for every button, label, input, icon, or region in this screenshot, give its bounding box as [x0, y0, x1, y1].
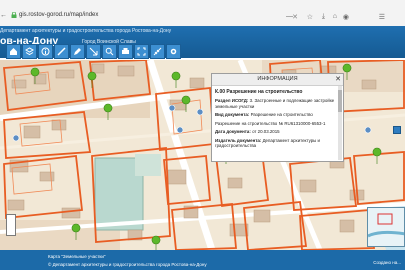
popup-scrollbar[interactable] [338, 86, 342, 160]
expand-icon[interactable] [134, 44, 149, 59]
popup-row-section: Раздел ИСОГД: 3. Застроенные и подлежащи… [215, 98, 335, 109]
poi-icon[interactable] [196, 108, 204, 116]
search-icon[interactable] [102, 44, 117, 59]
address-bar[interactable]: ← gis.rostov-gorod.ru/map/index [0, 10, 300, 20]
ruler-icon[interactable] [54, 44, 69, 59]
site-footer: Карта "Земельные участки" © Департамент … [0, 250, 405, 270]
poi-icon[interactable] [176, 126, 184, 134]
close-icon[interactable]: ✕ [292, 13, 298, 21]
pocket-icon[interactable]: ◉ [343, 13, 349, 21]
popup-row-doc-type: Вид документа: Разрешение на строительст… [215, 112, 313, 118]
home-browser-icon[interactable]: ⌂ [333, 13, 337, 20]
url-text: gis.rostov-gorod.ru/map/index [19, 12, 99, 18]
marker-layer [12, 63, 382, 250]
copyright-text: © Департамент архитектуры и градостроите… [48, 262, 207, 267]
map-canvas[interactable] [0, 60, 405, 250]
map-toolbar [6, 44, 181, 60]
info-icon[interactable] [38, 44, 53, 59]
close-icon[interactable]: ✕ [335, 74, 341, 85]
marker-pin[interactable] [342, 63, 352, 81]
marker-pin[interactable] [30, 67, 40, 85]
marker-pin[interactable] [103, 103, 113, 121]
popup-heading: К.00 Разрешение на строительство [215, 89, 303, 95]
popup-row-issuer: Издатель документа: Департамент архитект… [215, 137, 320, 149]
browser-toolbar: ← gis.rostov-gorod.ru/map/index — ✕ ☆ ⤓ … [0, 0, 405, 27]
edit-icon[interactable] [70, 44, 85, 59]
lock-icon [11, 12, 17, 18]
department-title: Департамент архитектуры и градостроитель… [0, 28, 172, 34]
settings-icon[interactable] [166, 44, 181, 59]
marker-pin[interactable] [372, 147, 382, 165]
popup-row-permit: Разрешение на строительство № RU61310000… [215, 120, 326, 126]
star-icon[interactable]: ☆ [307, 13, 313, 21]
overview-map[interactable] [367, 207, 405, 247]
marker-pin[interactable] [171, 71, 181, 89]
marker-pin[interactable] [87, 71, 97, 89]
layers-icon[interactable] [22, 44, 37, 59]
marker-pin[interactable] [71, 223, 81, 241]
popup-title: ИНФОРМАЦИЯ [212, 74, 343, 86]
poi-icon[interactable] [168, 104, 176, 112]
layer-switch-button[interactable] [393, 126, 401, 134]
popup-row-date: Дата документа: от 20.03.2015 [215, 129, 280, 135]
arrow-icon[interactable] [86, 44, 101, 59]
scrollbar-thumb[interactable] [338, 90, 342, 112]
home-icon[interactable] [6, 44, 21, 59]
back-icon[interactable]: ← [0, 12, 7, 19]
menu-icon[interactable]: ☰ [379, 13, 385, 21]
map-name: Карта "Земельные участки" [48, 254, 106, 259]
marker-pin[interactable] [151, 235, 161, 250]
zoom-control[interactable] [6, 214, 16, 236]
info-popup: ИНФОРМАЦИЯ ✕ К.00 Разрешение на строител… [211, 73, 344, 162]
footer-link[interactable]: Создано на... [373, 260, 401, 265]
measure-icon[interactable] [150, 44, 165, 59]
popup-content: К.00 Разрешение на строительство Раздел … [215, 89, 337, 152]
marker-pin[interactable] [181, 95, 191, 113]
download-icon[interactable]: ⤓ [322, 13, 325, 21]
print-icon[interactable] [118, 44, 133, 59]
poi-icon[interactable] [364, 126, 372, 134]
poi-icon[interactable] [12, 134, 20, 142]
overview-map-image [368, 208, 404, 246]
